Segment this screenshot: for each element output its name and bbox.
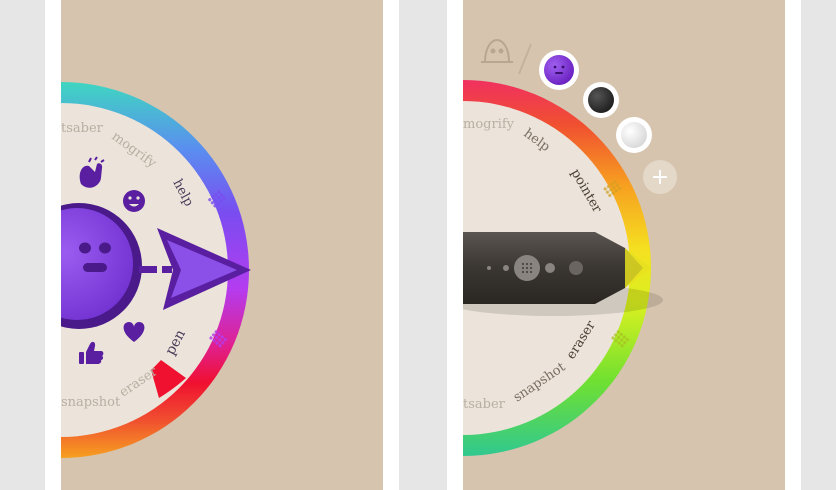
drawing-canvas[interactable]: mogrify help pointer eraser snapshot tsa…: [463, 0, 785, 490]
plus-icon: +: [651, 165, 669, 190]
color-swatch-white[interactable]: [616, 117, 652, 153]
ghost-icon[interactable]: [481, 38, 513, 63]
wheel-label-tsaber[interactable]: tsaber: [61, 121, 104, 136]
wheel-label-tsaber[interactable]: tsaber: [463, 397, 506, 412]
divider: [518, 43, 532, 75]
right-screen: mogrify help pointer eraser snapshot tsa…: [447, 0, 801, 490]
color-swatch-black[interactable]: [583, 82, 619, 118]
left-screen: tsaber mogrify help pen eraser snapshot: [45, 0, 399, 490]
color-swatch-purple[interactable]: [539, 50, 579, 90]
drawing-canvas[interactable]: tsaber mogrify help pen eraser snapshot: [61, 0, 383, 490]
wheel-label-mogrify[interactable]: mogrify: [463, 117, 515, 132]
add-color-button[interactable]: +: [643, 160, 677, 194]
smiley-icon[interactable]: [123, 190, 145, 212]
wheel-label-snapshot[interactable]: snapshot: [61, 395, 121, 410]
